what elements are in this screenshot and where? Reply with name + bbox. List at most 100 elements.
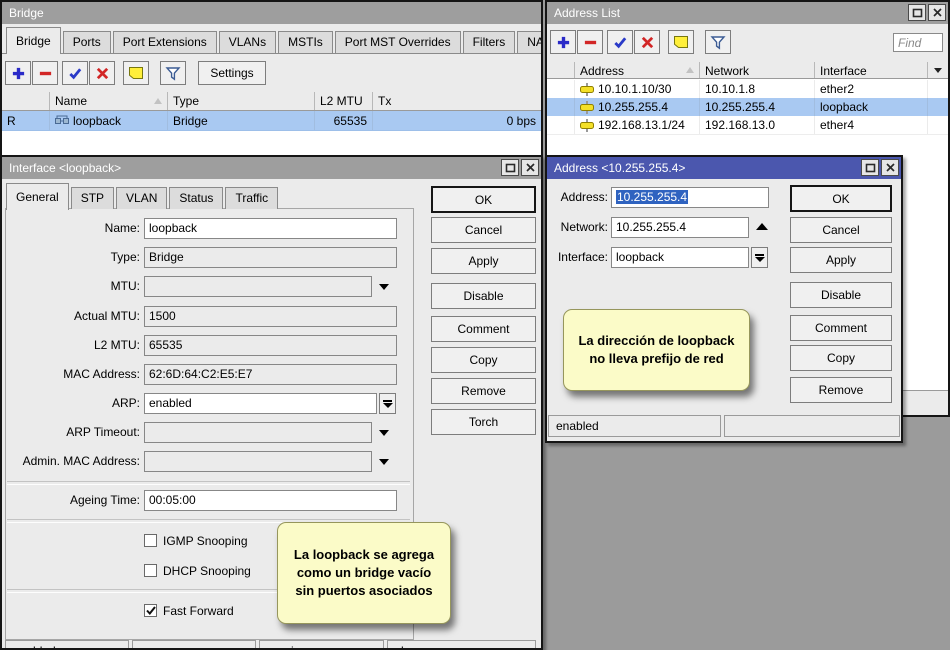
column-l2mtu[interactable]: L2 MTU [315, 92, 373, 110]
copy-button[interactable]: Copy [431, 347, 536, 373]
comment-button[interactable]: Comment [431, 316, 536, 342]
check-icon [613, 35, 628, 50]
apply-button[interactable]: Apply [431, 248, 536, 274]
combo-bar-icon [755, 254, 764, 256]
address-note: La dirección de loopback no lleva prefij… [563, 309, 750, 391]
chevron-down-icon [383, 403, 393, 408]
arp-timeout-field[interactable] [144, 422, 372, 443]
address-list-titlebar[interactable]: Address List [547, 2, 948, 24]
disable-button[interactable]: Disable [790, 282, 892, 308]
mtu-dropdown-icon[interactable] [379, 284, 389, 290]
cross-icon [640, 35, 655, 50]
tab-port-extensions[interactable]: Port Extensions [113, 31, 217, 53]
address-table-header: Address Network Interface [547, 62, 948, 79]
arp-combo-button[interactable] [379, 393, 396, 414]
remove-button[interactable] [32, 61, 58, 85]
column-network[interactable]: Network [700, 62, 815, 78]
network-field[interactable]: 10.255.255.4 [611, 217, 749, 238]
bridge-icon [55, 115, 69, 126]
interface-combo-button[interactable] [751, 247, 768, 268]
add-button[interactable] [5, 61, 31, 85]
tab-nat[interactable]: NAT [517, 31, 543, 53]
enable-address-button[interactable] [607, 30, 633, 54]
filter-button[interactable] [160, 61, 186, 85]
arp-field[interactable]: enabled [144, 393, 377, 414]
interface-dialog-titlebar[interactable]: Interface <loopback> [2, 157, 541, 179]
tab-stp[interactable]: STP [71, 187, 114, 209]
maximize-button[interactable] [861, 159, 879, 176]
l2mtu-label: L2 MTU: [10, 335, 140, 356]
close-button[interactable] [881, 159, 899, 176]
comment-button[interactable]: Comment [790, 315, 892, 341]
remove-button[interactable]: Remove [431, 378, 536, 404]
column-tx[interactable]: Tx [373, 92, 541, 110]
tab-traffic[interactable]: Traffic [225, 187, 278, 209]
check-icon [68, 66, 83, 81]
tab-ports[interactable]: Ports [63, 31, 111, 53]
tab-port-mst-overrides[interactable]: Port MST Overrides [335, 31, 461, 53]
tab-status[interactable]: Status [169, 187, 223, 209]
status-enabled: enabled [5, 640, 129, 650]
ok-button[interactable]: OK [790, 185, 892, 212]
fast-forward-row: Fast Forward [144, 603, 234, 618]
dhcp-snooping-checkbox[interactable] [144, 564, 157, 577]
column-address[interactable]: Address [575, 62, 700, 78]
comment-button[interactable] [123, 61, 149, 85]
settings-button[interactable]: Settings [198, 61, 266, 85]
add-address-button[interactable] [550, 30, 576, 54]
maximize-icon [505, 163, 516, 173]
tab-general[interactable]: General [6, 183, 69, 210]
torch-button[interactable]: Torch [431, 409, 536, 435]
table-row-ether2[interactable]: 10.10.1.10/30 10.10.1.8 ether2 [547, 80, 948, 99]
maximize-button[interactable] [908, 4, 926, 21]
disable-button[interactable]: Disable [431, 283, 536, 309]
mtu-field[interactable] [144, 276, 372, 297]
bridge-titlebar[interactable]: Bridge [2, 2, 541, 24]
maximize-button[interactable] [501, 159, 519, 176]
combo-bar-icon [383, 400, 392, 402]
find-input[interactable] [893, 33, 943, 52]
ageing-time-field[interactable]: 00:05:00 [144, 490, 397, 511]
table-row-loopback[interactable]: R loopback Bridge 65535 0 bps [2, 111, 541, 131]
address-field[interactable]: 10.255.255.4 [611, 187, 769, 208]
apply-button[interactable]: Apply [790, 247, 892, 273]
tab-vlans[interactable]: VLANs [219, 31, 276, 53]
column-name[interactable]: Name [50, 92, 168, 110]
status-segment [724, 415, 900, 437]
cancel-button[interactable]: Cancel [790, 217, 892, 243]
interface-field[interactable]: loopback [611, 247, 749, 268]
cancel-button[interactable]: Cancel [431, 217, 536, 243]
igmp-snooping-checkbox[interactable] [144, 534, 157, 547]
comment-address-button[interactable] [668, 30, 694, 54]
copy-button[interactable]: Copy [790, 345, 892, 371]
column-flags[interactable] [2, 92, 50, 110]
desktop: Bridge Bridge Ports Port Extensions VLAN… [0, 0, 950, 650]
tab-mstis[interactable]: MSTIs [278, 31, 333, 53]
column-icon[interactable] [547, 62, 575, 78]
tab-filters[interactable]: Filters [463, 31, 516, 53]
admin-mac-field[interactable] [144, 451, 372, 472]
name-field[interactable]: loopback [144, 218, 397, 239]
remove-address-button[interactable] [577, 30, 603, 54]
disable-button[interactable] [89, 61, 115, 85]
column-type[interactable]: Type [168, 92, 315, 110]
column-interface[interactable]: Interface [815, 62, 928, 78]
table-row-loopback-address[interactable]: 10.255.255.4 10.255.255.4 loopback [547, 98, 948, 117]
enable-button[interactable] [62, 61, 88, 85]
actual-mtu-label: Actual MTU: [10, 306, 140, 327]
fast-forward-checkbox[interactable] [144, 604, 157, 617]
column-chooser-button[interactable] [928, 62, 948, 78]
remove-button[interactable]: Remove [790, 377, 892, 403]
funnel-icon [165, 66, 181, 81]
address-dialog-titlebar[interactable]: Address <10.255.255.4> [547, 157, 901, 179]
tab-bridge[interactable]: Bridge [6, 27, 61, 54]
filter-address-button[interactable] [705, 30, 731, 54]
network-up-icon[interactable] [756, 223, 768, 230]
close-button[interactable] [521, 159, 539, 176]
admin-mac-dropdown-icon[interactable] [379, 459, 389, 465]
table-row-ether4[interactable]: 192.168.13.1/24 192.168.13.0 ether4 [547, 116, 948, 135]
disable-address-button[interactable] [634, 30, 660, 54]
arp-timeout-dropdown-icon[interactable] [379, 430, 389, 436]
close-button[interactable] [928, 4, 946, 21]
tab-vlan[interactable]: VLAN [116, 187, 167, 209]
